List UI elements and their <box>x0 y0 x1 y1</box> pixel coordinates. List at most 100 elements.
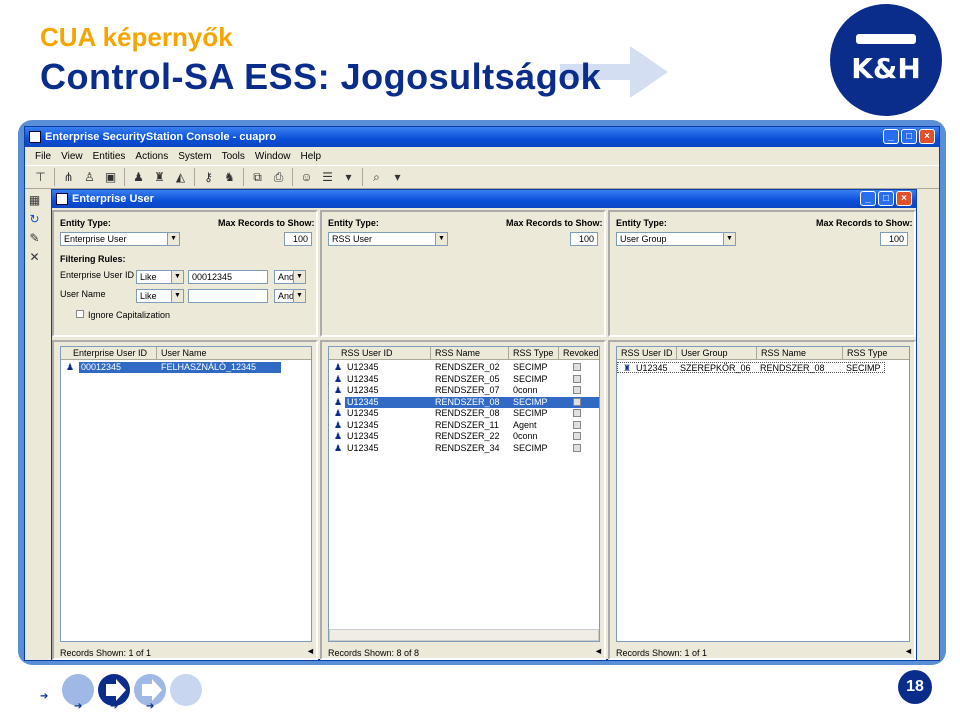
revoked-checkbox[interactable] <box>573 397 581 406</box>
revoked-checkbox[interactable] <box>573 386 581 394</box>
menu-entities[interactable]: Entities <box>93 151 126 162</box>
inner-maximize-button[interactable]: □ <box>878 191 894 206</box>
table-row[interactable]: ♟ U12345 RENDSZER_02 SECIMP <box>329 362 599 373</box>
entity-type-value: Enterprise User <box>64 234 127 244</box>
inner-close-button[interactable]: × <box>896 191 912 206</box>
person-add-icon[interactable]: ☺ <box>299 170 314 185</box>
entity-type-label: Entity Type: <box>328 218 379 228</box>
table-row[interactable]: ♟ U12345 RENDSZER_11 Agent <box>329 420 599 431</box>
rule1-conjunction-value: And <box>278 272 295 282</box>
column-header[interactable]: Enterprise User ID <box>61 347 157 360</box>
rule2-value-input[interactable] <box>188 289 268 303</box>
max-records-input[interactable]: 100 <box>570 232 598 246</box>
entity-type-value: User Group <box>620 234 667 244</box>
ignore-capitalization-checkbox[interactable] <box>76 310 84 318</box>
column-header[interactable]: User Name <box>157 347 311 360</box>
shield-icon[interactable]: ◭ <box>173 170 188 185</box>
table-row[interactable]: ♟ U12345 RENDSZER_08 SECIMP <box>329 396 599 408</box>
dropdown-icon[interactable]: ▾ <box>341 170 356 185</box>
lock-icon[interactable]: ▣ <box>103 170 118 185</box>
menu-bar: File View Entities Actions System Tools … <box>25 147 939 165</box>
rss-name-cell: RENDSZER_08 <box>760 363 825 373</box>
table-row[interactable]: ♟ U12345 RENDSZER_34 SECIMP <box>329 443 599 454</box>
security-icon[interactable]: ♞ <box>222 170 237 185</box>
scroll-left-icon[interactable]: ◄ <box>904 646 913 656</box>
list-icon[interactable]: ☰ <box>320 170 335 185</box>
copy-icon[interactable]: ⧉ <box>250 170 265 185</box>
user-icon: ♟ <box>334 373 343 384</box>
table-row[interactable]: ♟ U12345 RENDSZER_08 SECIMP <box>329 408 599 419</box>
scroll-left-icon[interactable]: ◄ <box>594 646 603 656</box>
tree-icon[interactable]: ⊤ <box>33 170 48 185</box>
menu-help[interactable]: Help <box>301 151 322 162</box>
table-row[interactable]: ♟ U12345 RENDSZER_07 0conn <box>329 385 599 396</box>
max-records-input[interactable]: 100 <box>880 232 908 246</box>
side-toolbar: ▦ ↻ ✎ ✕ <box>27 193 45 265</box>
records-shown-status: Records Shown: 1 of 1 <box>616 648 708 658</box>
close-button[interactable]: × <box>919 129 935 144</box>
column-header[interactable]: RSS Type <box>509 347 559 360</box>
column-header[interactable]: RSS Name <box>757 347 843 360</box>
table-row[interactable]: ♟ U12345 RENDSZER_22 0conn <box>329 431 599 442</box>
column-header[interactable]: User Group <box>677 347 757 360</box>
key-icon[interactable]: ⚷ <box>201 170 216 185</box>
rss-name-cell: RENDSZER_02 <box>435 362 500 372</box>
edit-icon[interactable]: ✎ <box>27 231 42 246</box>
page-number: 18 <box>898 670 932 704</box>
entity-type-select[interactable]: RSS User ▼ <box>328 232 448 246</box>
scroll-left-icon[interactable]: ◄ <box>306 646 315 656</box>
user-icon: ♟ <box>334 385 343 395</box>
find-dropdown-icon[interactable]: ▾ <box>390 170 405 185</box>
column-header[interactable]: RSS User ID <box>617 347 677 360</box>
revoked-checkbox[interactable] <box>573 363 581 371</box>
rss-type-cell: SECIMP <box>513 362 548 372</box>
minimize-button[interactable]: _ <box>883 129 899 144</box>
rule2-operator-select[interactable]: Like ▼ <box>136 289 184 303</box>
menu-window[interactable]: Window <box>255 151 291 162</box>
revoked-checkbox[interactable] <box>573 374 581 383</box>
delete-icon[interactable]: ✕ <box>27 250 42 265</box>
enterprise-user-list[interactable]: Enterprise User ID User Name ♟ 00012345 … <box>60 346 312 642</box>
menu-file[interactable]: File <box>35 151 51 162</box>
rule1-value-input[interactable]: 00012345 <box>188 270 268 284</box>
refresh-icon[interactable]: ↻ <box>27 212 42 227</box>
inner-minimize-button[interactable]: _ <box>860 191 876 206</box>
users-icon[interactable]: ♟ <box>131 170 146 185</box>
user-icon[interactable]: ♙ <box>82 170 97 185</box>
column-header[interactable]: Revoked <box>559 347 599 360</box>
menu-tools[interactable]: Tools <box>222 151 245 162</box>
rss-user-list[interactable]: RSS User ID RSS Name RSS Type Revoked ♟ U… <box>328 346 600 642</box>
tree-view-icon[interactable]: ▦ <box>27 193 42 208</box>
inner-titlebar[interactable]: Enterprise User <box>52 190 916 208</box>
user-group-list[interactable]: RSS User ID User Group RSS Name RSS Type… <box>616 346 910 642</box>
rule1-operator-select[interactable]: Like ▼ <box>136 270 184 284</box>
find-icon[interactable]: ⌕ <box>369 170 384 185</box>
entity-type-select[interactable]: Enterprise User ▼ <box>60 232 180 246</box>
column-header[interactable]: RSS User ID <box>329 347 431 360</box>
revoked-checkbox[interactable] <box>573 432 581 440</box>
revoked-checkbox[interactable] <box>573 420 581 429</box>
filter-panel-middle: Entity Type: Max Records to Show: RSS Us… <box>320 210 606 337</box>
maximize-button[interactable]: □ <box>901 129 917 144</box>
column-header[interactable]: RSS Type <box>843 347 909 360</box>
rule1-conjunction-select[interactable]: And ▼ <box>274 270 306 284</box>
menu-actions[interactable]: Actions <box>135 151 168 162</box>
menu-system[interactable]: System <box>178 151 211 162</box>
hierarchy-icon[interactable]: ⋔ <box>61 170 76 185</box>
menu-view[interactable]: View <box>61 151 83 162</box>
revoked-checkbox[interactable] <box>573 443 581 452</box>
table-row[interactable]: ♜ U12345 SZEREPKÖR_06 RENDSZER_08 SECIMP <box>617 362 885 373</box>
toolbar-separator <box>362 168 363 186</box>
app-titlebar[interactable]: Enterprise SecurityStation Console - cua… <box>25 127 939 147</box>
group-icon[interactable]: ♜ <box>152 170 167 185</box>
table-row[interactable]: ♟ 00012345 FELHASZNÁLÓ_12345 <box>61 362 311 373</box>
horizontal-scrollbar[interactable] <box>329 629 599 641</box>
entity-type-select[interactable]: User Group ▼ <box>616 232 736 246</box>
rule2-operator-value: Like <box>140 291 157 301</box>
rule2-conjunction-select[interactable]: And ▼ <box>274 289 306 303</box>
print-icon[interactable]: ⎙ <box>271 170 286 185</box>
table-row[interactable]: ♟ U12345 RENDSZER_05 SECIMP <box>329 374 599 385</box>
max-records-input[interactable]: 100 <box>284 232 312 246</box>
revoked-checkbox[interactable] <box>573 409 581 417</box>
column-header[interactable]: RSS Name <box>431 347 509 360</box>
